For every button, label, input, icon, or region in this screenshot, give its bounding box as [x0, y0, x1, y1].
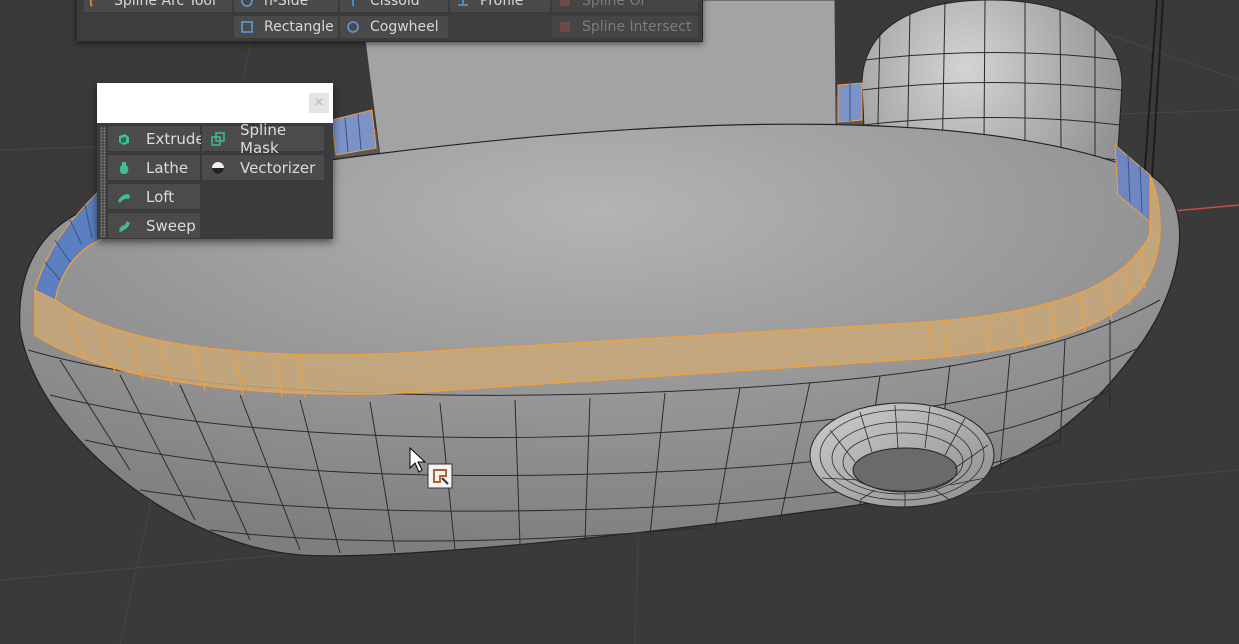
menu-item-cissoid[interactable]: Cissoid: [339, 0, 449, 13]
menu-item-rectangle[interactable]: Rectangle: [233, 15, 339, 39]
cissoid-icon: [352, 0, 354, 6]
lathe-icon: [119, 161, 129, 174]
generator-loft[interactable]: Loft: [107, 183, 201, 210]
menu-item-label: Spline Intersect: [582, 19, 692, 35]
menu-item-label: Profile: [480, 0, 524, 9]
palette-titlebar[interactable]: ×: [97, 83, 333, 123]
generator-vectorizer[interactable]: Vectorizer: [201, 154, 325, 181]
menu-item-label: Spline Arc Tool: [114, 0, 216, 9]
menu-item-spline-intersect[interactable]: Spline Intersect: [551, 15, 699, 39]
menu-item-label: Spline Or: [582, 0, 647, 9]
menu-item-label: Cogwheel: [370, 19, 439, 35]
generator-extrude[interactable]: Extrude: [107, 125, 205, 152]
loft-icon: [118, 193, 130, 203]
torus-ring: [809, 402, 995, 508]
menu-item-profile[interactable]: Profile: [449, 0, 551, 13]
generator-label: Lathe: [146, 158, 189, 177]
extrude-icon: [119, 133, 129, 145]
menu-item-label: Rectangle: [264, 19, 334, 35]
menu-item-spline-arc-tool[interactable]: Spline Arc Tool: [83, 0, 233, 13]
rectangle-icon: [241, 21, 253, 33]
nside-icon: [241, 0, 253, 7]
spline-mask-icon: [211, 131, 225, 146]
spline-or-icon: [560, 0, 570, 6]
menu-item-spline-or[interactable]: Spline Or: [551, 0, 699, 13]
menu-item-label: n-Side: [264, 0, 309, 9]
drag-handle[interactable]: [100, 127, 106, 237]
menu-item-cogwheel[interactable]: Cogwheel: [339, 15, 449, 39]
generator-label: Spline Mask: [240, 120, 287, 157]
arc-spline-icon: [90, 0, 93, 7]
sweep-icon: [119, 220, 130, 232]
spline-intersect-icon: [560, 22, 570, 32]
generator-sweep[interactable]: Sweep: [107, 212, 201, 239]
generator-label: Loft: [146, 187, 175, 206]
cogwheel-icon: [347, 21, 359, 33]
transform-cursor-icon: [427, 463, 453, 489]
mouse-cursor-icon: [409, 446, 453, 489]
generator-spline-mask[interactable]: Spline Mask: [201, 121, 325, 157]
generator-label: Sweep: [146, 216, 196, 235]
menu-item-n-side[interactable]: n-Side: [233, 0, 339, 13]
menu-item-label: Cissoid: [370, 0, 420, 9]
profile-icon: [458, 0, 468, 6]
generator-label: Vectorizer: [240, 158, 316, 177]
vectorizer-icon: [212, 161, 224, 174]
close-icon: ×: [313, 95, 325, 110]
spline-menu: Spline Arc Tool n-Side Cissoid Profile S…: [76, 0, 703, 42]
generator-lathe[interactable]: Lathe: [107, 154, 201, 181]
generators-palette: × Extrude Spline Mask Lathe Vectorizer L…: [97, 83, 333, 239]
generator-label: Extrude: [146, 129, 205, 148]
close-button[interactable]: ×: [309, 93, 329, 113]
